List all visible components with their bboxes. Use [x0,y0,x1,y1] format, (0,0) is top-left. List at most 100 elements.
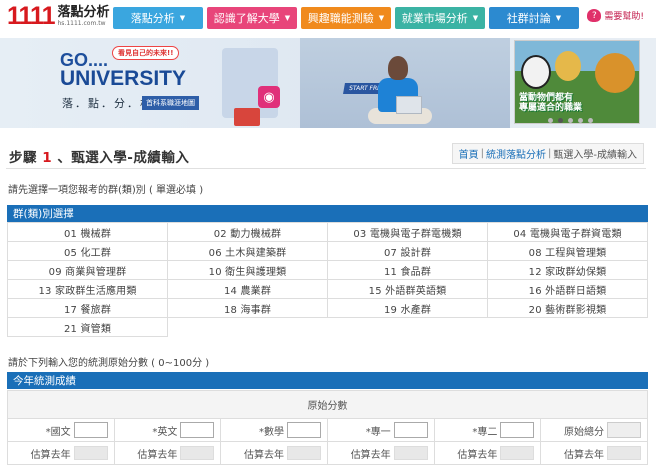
raw-score-header: 原始分數 [8,391,648,419]
group-option[interactable]: 13 家政群生活應用類 [8,280,168,299]
nav-item[interactable]: 就業市場分析 ▼ [395,7,485,29]
zebra-icon [521,55,551,89]
group-option[interactable]: 21 資管類 [8,318,168,337]
score-input-row: *國文 *英文 *數學 *專一 *專二 原始總分 [8,419,649,442]
previous-year-field: 估算去年 [434,442,542,465]
score-field: *專一 [328,419,435,442]
heart-help-icon: ? [587,9,602,22]
group-option[interactable]: 14 農業群 [168,280,328,299]
ad-carousel-dots [548,118,593,123]
score-field: 原始總分 [541,419,649,442]
score-field-label: *專一 [365,426,391,438]
previous-year-label: 估算去年 [30,449,71,461]
group-option[interactable]: 09 商業與管理群 [8,261,168,280]
carousel-dot[interactable] [548,118,553,123]
chevron-down-icon: ▼ [472,14,479,22]
banner-map-tag: 首科系職涯地圖 [142,96,199,110]
giraffe-icon [555,51,581,81]
score-field-label: *數學 [259,426,285,438]
group-option[interactable]: 11 食品群 [328,261,488,280]
group-option[interactable]: 18 海事群 [168,299,328,318]
banner-bubble: 看見自己的未來!! [112,46,180,60]
group-option[interactable]: 05 化工群 [8,242,168,261]
chevron-down-icon: ▼ [179,14,186,22]
previous-year-field: 估算去年 [221,442,329,465]
score-input[interactable] [287,422,322,438]
chevron-down-icon: ▼ [555,14,562,22]
group-option[interactable]: 03 電機與電子群電機類 [328,223,488,242]
carousel-dot[interactable] [558,118,563,123]
chevron-down-icon: ▼ [378,14,385,22]
group-panel-title: 群(類)別選擇 [7,205,648,222]
banner-points: 落．點．分．析 [62,97,153,110]
nav-item[interactable]: 社群討論 ▼ [489,7,579,29]
score-panel-title: 今年統測成績 [7,372,648,389]
chevron-down-icon: ▼ [284,14,291,22]
help-label: 需要幫助! [604,12,644,22]
breadcrumb-link[interactable]: 統測落點分析 [486,146,546,161]
breadcrumb-current: 甄選入學-成績輸入 [553,150,637,161]
main-nav: 落點分析 ▼ 認識了解大學 ▼ 興趣職能測驗 ▼ 就業市場分析 ▼ 社群討論 ▼ [113,7,579,29]
score-field-label: 原始總分 [564,426,605,438]
previous-year-value [500,446,535,460]
total-score-input[interactable] [607,422,642,438]
top-header: 1111 落點分析 hs.1111.com.tw 落點分析 ▼ 認識了解大學 ▼ 興趣職… [0,0,656,38]
group-instruction: 請先選擇一項您報考的群(類)別 ( 單選必填 ) [8,185,204,196]
divider [6,168,646,169]
logo-url: hs.1111.com.tw [57,20,106,27]
score-field-label: *英文 [152,426,178,438]
previous-year-value [180,446,215,460]
group-option[interactable]: 20 藝術群影視類 [488,299,648,318]
carousel-dot[interactable] [568,118,573,123]
breadcrumb-home[interactable]: 首頁 [459,146,479,161]
laptop-icon [396,96,422,114]
score-field-label: *國文 [45,426,71,438]
group-option[interactable]: 04 電機與電子群資電類 [488,223,648,242]
score-input[interactable] [500,422,535,438]
nav-item[interactable]: 落點分析 ▼ [113,7,203,29]
score-input[interactable] [393,422,428,438]
nav-item[interactable]: 興趣職能測驗 ▼ [301,7,391,29]
decoration [234,108,260,126]
previous-year-label: 估算去年 [244,449,285,461]
previous-year-row: 估算去年 估算去年 估算去年 估算去年 估算去年 估算去年 [8,442,649,465]
group-option[interactable]: 12 家政群幼保類 [488,261,648,280]
carousel-dot[interactable] [588,118,593,123]
previous-year-value [607,446,642,460]
group-grid: 01 機械群 02 動力機械群 03 電機與電子群電機類 04 電機與電子群資電類 05… [7,222,648,337]
site-logo[interactable]: 1111 落點分析 hs.1111.com.tw [7,4,110,29]
group-option[interactable]: 06 土木與建築群 [168,242,328,261]
group-option[interactable]: 01 機械群 [8,223,168,242]
group-option[interactable]: 19 水產群 [328,299,488,318]
logo-name: 落點分析 [57,5,110,20]
score-input[interactable] [180,422,215,438]
group-option[interactable]: 15 外語群英語類 [328,280,488,299]
group-option[interactable]: 02 動力機械群 [168,223,328,242]
page-title: 步驟 1 、甄選入學-成績輸入 [9,150,190,166]
breadcrumb: 首頁 | 統測落點分析 | 甄選入學-成績輸入 [451,143,644,164]
previous-year-value [287,446,322,460]
group-option[interactable]: 16 外語群日語類 [488,280,648,299]
previous-year-field: 估算去年 [114,442,222,465]
nav-item-label: 就業市場分析 [401,12,468,25]
group-option[interactable]: 08 工程與管理類 [488,242,648,261]
previous-year-value [73,446,108,460]
previous-year-label: 估算去年 [457,449,498,461]
help-link[interactable]: ? 需要幫助! [587,9,644,22]
nav-item-label: 社群討論 [506,12,551,25]
carousel-dot[interactable] [578,118,583,123]
score-input[interactable] [73,422,108,438]
group-option[interactable]: 17 餐旅群 [8,299,168,318]
score-table: 原始分數 *國文 *英文 *數學 *專一 *專二 原始總分 估算去年 估算去年 估算去年 估算去… [7,390,649,465]
nav-item-label: 認識了解大學 [213,12,280,25]
side-ad[interactable]: 當動物們都有 專屬適合的職業 [514,40,640,124]
nav-item-label: 落點分析 [130,12,175,25]
lion-icon [595,53,635,93]
group-option[interactable]: 07 設計群 [328,242,488,261]
previous-year-label: 估算去年 [564,449,605,461]
rss-icon: ◉ [258,86,280,108]
previous-year-field: 估算去年 [8,442,115,465]
previous-year-label: 估算去年 [350,449,391,461]
group-option[interactable]: 10 衛生與護理類 [168,261,328,280]
nav-item[interactable]: 認識了解大學 ▼ [207,7,297,29]
